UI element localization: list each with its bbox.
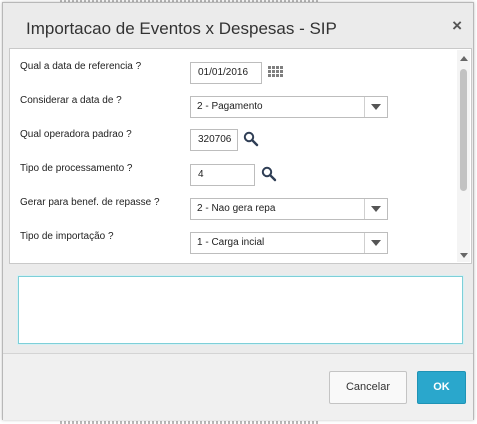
dialog-footer: Cancelar OK — [3, 353, 473, 420]
scroll-down-arrow-icon[interactable] — [460, 253, 468, 258]
chevron-down-icon[interactable] — [364, 97, 387, 117]
parameters-panel: Qual a data de referencia ? 01/01/2016 C… — [9, 48, 472, 264]
log-textarea[interactable] — [18, 276, 463, 344]
ok-button[interactable]: OK — [417, 371, 466, 404]
dialog-title: Importacao de Eventos x Despesas - SIP — [26, 19, 337, 38]
operadora-padrao-input[interactable]: 320706 — [190, 129, 238, 151]
data-referencia-input[interactable]: 01/01/2016 — [190, 62, 262, 84]
label-considerar-data: Considerar a data de ? — [20, 95, 122, 106]
cancel-button[interactable]: Cancelar — [329, 371, 407, 404]
dialog: Importacao de Eventos x Despesas - SIP ×… — [2, 2, 474, 420]
tipo-importacao-select[interactable]: 1 - Carga incial — [190, 232, 388, 254]
tipo-processamento-input[interactable]: 4 — [190, 164, 255, 186]
gerar-benef-repasse-value: 2 - Nao gera repa — [197, 203, 276, 214]
label-gerar-benef-repasse: Gerar para benef. de repasse ? — [20, 197, 160, 208]
close-icon[interactable]: × — [452, 16, 462, 36]
calendar-icon[interactable] — [268, 66, 284, 82]
considerar-data-select[interactable]: 2 - Pagamento — [190, 96, 388, 118]
label-tipo-processamento: Tipo de processamento ? — [20, 163, 133, 174]
search-icon[interactable] — [243, 131, 259, 147]
tipo-importacao-value: 1 - Carga incial — [197, 237, 265, 248]
chevron-down-icon[interactable] — [364, 199, 387, 219]
vertical-scrollbar[interactable] — [457, 50, 470, 262]
chevron-down-icon[interactable] — [364, 233, 387, 253]
label-tipo-importacao: Tipo de importação ? — [20, 231, 114, 242]
search-icon[interactable] — [261, 166, 277, 182]
gerar-benef-repasse-select[interactable]: 2 - Nao gera repa — [190, 198, 388, 220]
scrollbar-thumb[interactable] — [460, 69, 467, 191]
considerar-data-value: 2 - Pagamento — [197, 101, 263, 112]
label-data-referencia: Qual a data de referencia ? — [20, 61, 142, 72]
label-operadora-padrao: Qual operadora padrao ? — [20, 129, 132, 140]
scroll-up-arrow-icon[interactable] — [460, 56, 468, 61]
